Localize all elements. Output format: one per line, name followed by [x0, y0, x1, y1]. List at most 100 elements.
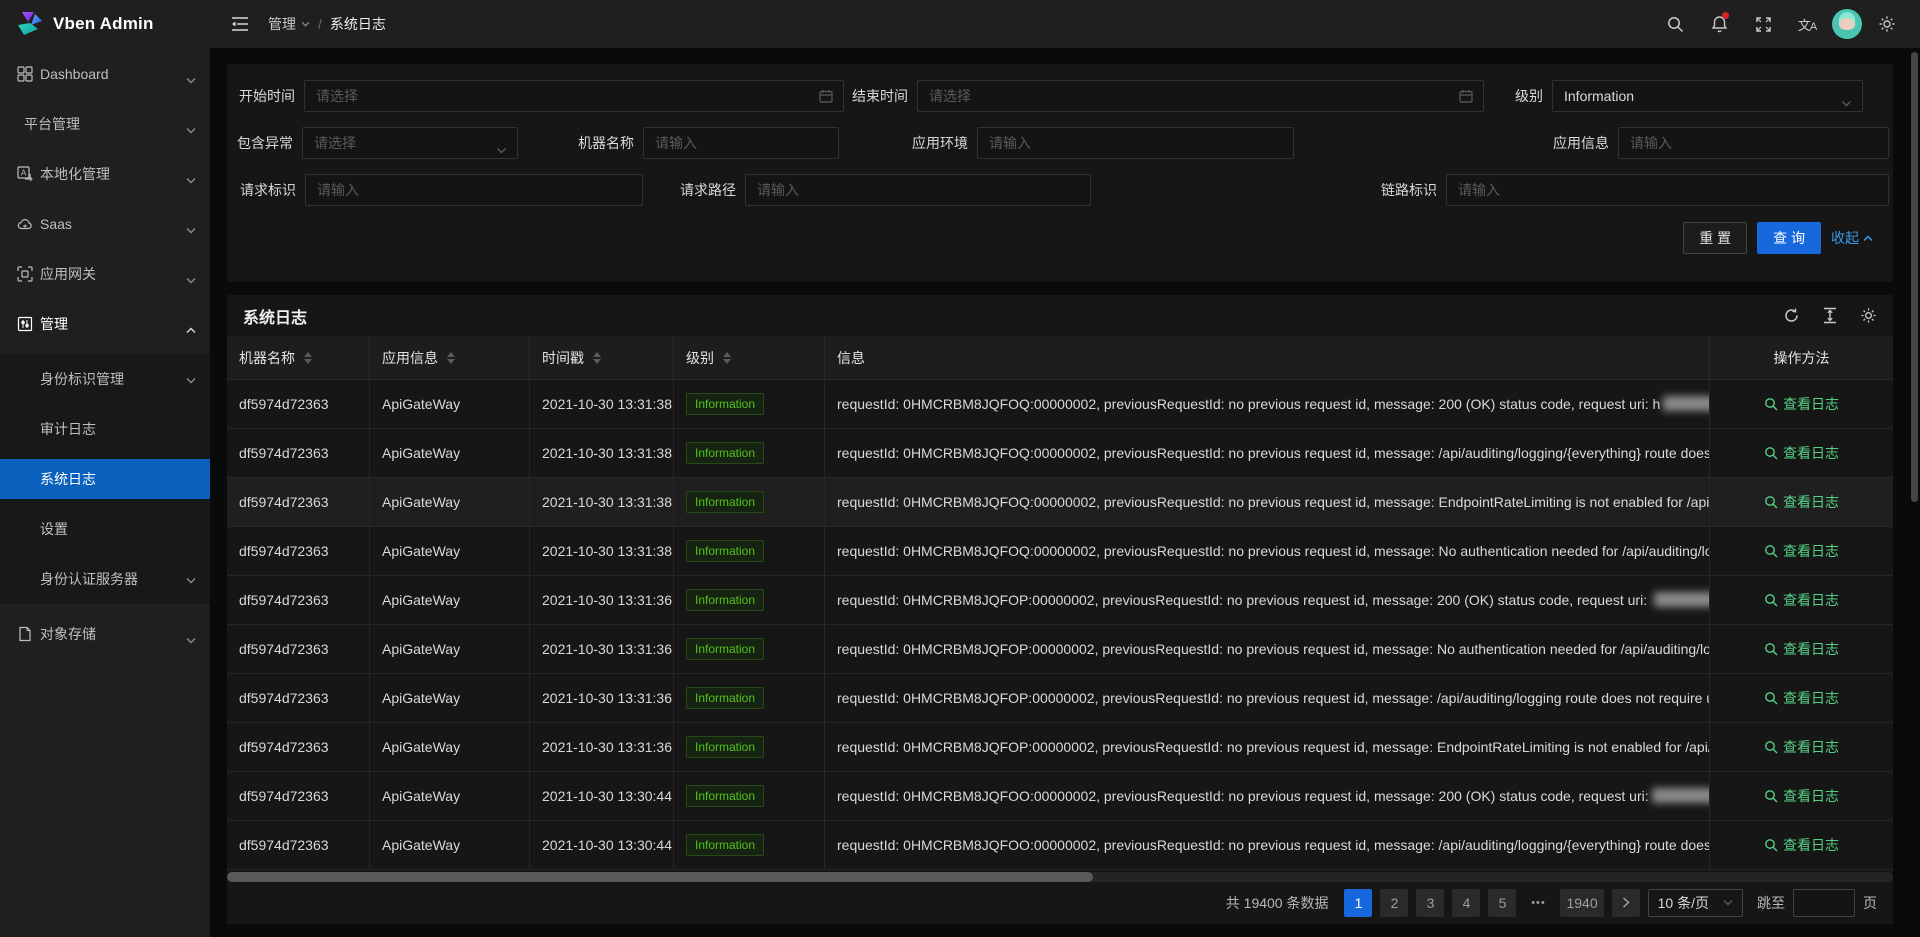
view-log-link[interactable]: 查看日志 [1764, 590, 1839, 610]
col-header-timestamp[interactable]: 时间戳 [530, 336, 674, 380]
vertical-scrollbar[interactable] [1911, 48, 1918, 937]
request-id-field[interactable] [305, 174, 643, 206]
search-icon [1764, 740, 1778, 754]
machine-name-field[interactable] [643, 127, 839, 159]
page-button-1[interactable]: 1 [1344, 889, 1372, 917]
table-body: df5974d72363 ApiGateWay 2021-10-30 13:31… [227, 380, 1893, 870]
search-icon[interactable] [1656, 5, 1694, 43]
jump-page-input[interactable] [1793, 889, 1855, 917]
start-time-input[interactable] [316, 88, 832, 104]
start-time-picker[interactable] [304, 80, 844, 112]
level-badge: Information [686, 442, 764, 464]
view-log-link[interactable]: 查看日志 [1764, 639, 1839, 659]
bell-icon[interactable] [1700, 5, 1738, 43]
table-row[interactable]: df5974d72363 ApiGateWay 2021-10-30 13:31… [227, 576, 1893, 625]
sidebar-item-localization[interactable]: A 本地化管理 [0, 154, 210, 194]
sidebar-item-settings[interactable]: 设置 [0, 509, 210, 549]
row-height-icon[interactable] [1822, 307, 1838, 324]
horizontal-scrollbar[interactable] [227, 872, 1893, 882]
page-button-5[interactable]: 5 [1488, 889, 1516, 917]
table-row[interactable]: df5974d72363 ApiGateWay 2021-10-30 13:31… [227, 380, 1893, 429]
app-info-input[interactable] [1630, 135, 1877, 151]
sort-icon[interactable] [593, 352, 601, 364]
sort-icon[interactable] [723, 352, 731, 364]
table-row[interactable]: df5974d72363 ApiGateWay 2021-10-30 13:31… [227, 429, 1893, 478]
request-path-field[interactable] [745, 174, 1091, 206]
table-toolbar [1783, 307, 1877, 324]
machine-name-input[interactable] [655, 135, 827, 151]
col-header-level[interactable]: 级别 [674, 336, 825, 380]
avatar[interactable] [1832, 9, 1862, 39]
col-header-machine[interactable]: 机器名称 [227, 336, 370, 380]
has-exception-select[interactable]: 请选择 [302, 127, 518, 159]
view-log-link[interactable]: 查看日志 [1764, 737, 1839, 757]
app-env-field[interactable] [977, 127, 1294, 159]
page-button-2[interactable]: 2 [1380, 889, 1408, 917]
cell-machine: df5974d72363 [227, 576, 370, 625]
trace-id-input[interactable] [1458, 182, 1877, 198]
app-info-label: 应用信息 [1549, 133, 1609, 153]
level-select[interactable]: Information [1552, 80, 1863, 112]
app-info-field[interactable] [1618, 127, 1889, 159]
view-log-link[interactable]: 查看日志 [1764, 688, 1839, 708]
sidebar-item-gateway[interactable]: 应用网关 [0, 254, 210, 294]
scrollbar-thumb[interactable] [227, 872, 1093, 882]
table-row[interactable]: df5974d72363 ApiGateWay 2021-10-30 13:31… [227, 527, 1893, 576]
page-button-4[interactable]: 4 [1452, 889, 1480, 917]
sidebar-item-auth-server[interactable]: 身份认证服务器 [0, 559, 210, 599]
table-row[interactable]: df5974d72363 ApiGateWay 2021-10-30 13:31… [227, 478, 1893, 527]
request-path-input[interactable] [757, 182, 1079, 198]
cell-app: ApiGateWay [370, 772, 530, 821]
page-ellipsis[interactable]: ••• [1524, 889, 1552, 917]
view-log-link[interactable]: 查看日志 [1764, 443, 1839, 463]
cell-timestamp: 2021-10-30 13:30:44 [530, 821, 674, 870]
menu-fold-icon[interactable] [224, 8, 256, 40]
end-time-input[interactable] [929, 88, 1472, 104]
collapse-link[interactable]: 收起 [1831, 228, 1873, 248]
table-row[interactable]: df5974d72363 ApiGateWay 2021-10-30 13:30… [227, 821, 1893, 870]
sidebar-item-system-log[interactable]: 系统日志 [0, 459, 210, 499]
table-row[interactable]: df5974d72363 ApiGateWay 2021-10-30 13:31… [227, 723, 1893, 772]
sidebar-item-manage[interactable]: 管理 [0, 304, 210, 344]
chevron-up-icon [186, 321, 196, 337]
sort-icon[interactable] [304, 352, 312, 364]
locale-icon[interactable]: 文A [1788, 5, 1826, 43]
view-log-link[interactable]: 查看日志 [1764, 786, 1839, 806]
fullscreen-icon[interactable] [1744, 5, 1782, 43]
view-log-link[interactable]: 查看日志 [1764, 394, 1839, 414]
page-size-select[interactable]: 10 条/页 [1648, 889, 1743, 917]
request-id-input[interactable] [317, 182, 631, 198]
reset-button[interactable]: 重 置 [1683, 222, 1747, 254]
search-icon [1764, 593, 1778, 607]
next-page-button[interactable] [1612, 889, 1640, 917]
col-header-app[interactable]: 应用信息 [370, 336, 530, 380]
refresh-icon[interactable] [1783, 307, 1800, 324]
page-button-last[interactable]: 1940 [1560, 889, 1603, 917]
manage-submenu: 身份标识管理 审计日志 系统日志 设置 身份认证服务器 [0, 354, 210, 604]
end-time-picker[interactable] [917, 80, 1484, 112]
scrollbar-thumb[interactable] [1911, 52, 1918, 502]
sort-icon[interactable] [447, 352, 455, 364]
view-log-link[interactable]: 查看日志 [1764, 835, 1839, 855]
table-row[interactable]: df5974d72363 ApiGateWay 2021-10-30 13:31… [227, 625, 1893, 674]
sidebar-item-audit-log[interactable]: 审计日志 [0, 409, 210, 449]
sidebar-item-dashboard[interactable]: Dashboard [0, 54, 210, 94]
sidebar-item-identity[interactable]: 身份标识管理 [0, 359, 210, 399]
table-row[interactable]: df5974d72363 ApiGateWay 2021-10-30 13:30… [227, 772, 1893, 821]
sidebar-menu: Dashboard 平台管理 A 本地化管理 Saas [0, 48, 210, 654]
app-env-input[interactable] [989, 135, 1282, 151]
view-log-link[interactable]: 查看日志 [1764, 541, 1839, 561]
sidebar-item-object-storage[interactable]: 对象存储 [0, 614, 210, 654]
gear-icon[interactable] [1860, 307, 1877, 324]
view-log-link[interactable]: 查看日志 [1764, 492, 1839, 512]
logo[interactable]: Vben Admin [0, 0, 210, 48]
table-row[interactable]: df5974d72363 ApiGateWay 2021-10-30 13:31… [227, 674, 1893, 723]
breadcrumb-parent[interactable]: 管理 [268, 14, 310, 34]
sidebar-item-platform[interactable]: 平台管理 [0, 104, 210, 144]
trace-id-field[interactable] [1446, 174, 1889, 206]
cell-action: 查看日志 [1710, 478, 1893, 527]
gear-icon[interactable] [1868, 5, 1906, 43]
search-button[interactable]: 查 询 [1757, 222, 1821, 254]
page-button-3[interactable]: 3 [1416, 889, 1444, 917]
sidebar-item-saas[interactable]: Saas [0, 204, 210, 244]
